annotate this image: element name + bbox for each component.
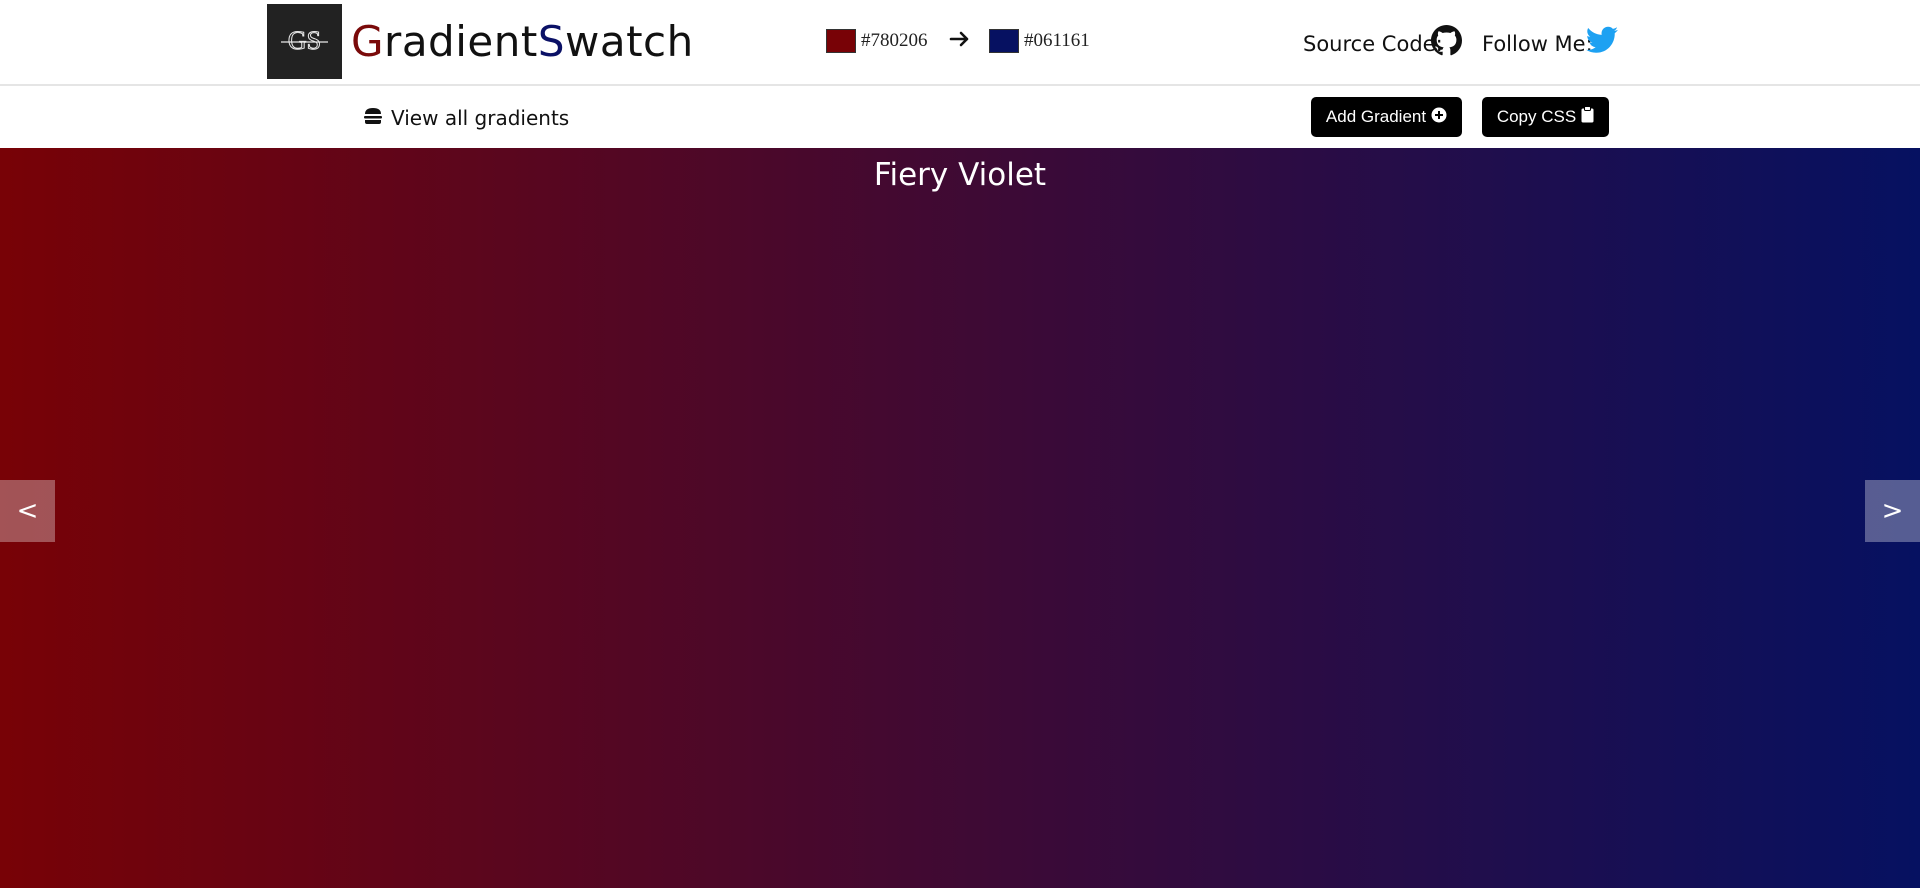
copy-css-label: Copy CSS: [1496, 107, 1577, 126]
to-color-swatch[interactable]: [989, 29, 1019, 53]
svg-text:GS: GS: [288, 26, 321, 55]
brand-letter-g: G: [351, 17, 385, 66]
follow-me-label: Follow Me:: [1482, 32, 1593, 56]
plus-circle-icon: [1431, 107, 1447, 128]
view-all-gradients-link[interactable]: View all gradients: [363, 104, 569, 132]
clipboard-icon: [1581, 106, 1594, 128]
add-gradient-label: Add Gradient: [1325, 107, 1427, 126]
brand-part-watch: watch: [564, 17, 694, 66]
next-gradient-button[interactable]: >: [1865, 480, 1920, 542]
previous-gradient-button[interactable]: <: [0, 480, 55, 542]
source-code-label: Source Code:: [1303, 32, 1443, 56]
twitter-icon[interactable]: [1586, 26, 1618, 58]
copy-css-button[interactable]: Copy CSS: [1482, 97, 1609, 137]
view-all-gradients-label: View all gradients: [391, 106, 570, 130]
github-icon[interactable]: [1431, 25, 1462, 60]
brand-part-radient: radient: [384, 17, 538, 66]
hamburger-icon: [363, 107, 383, 129]
brand-title[interactable]: GradientSwatch: [351, 14, 694, 70]
brand-letter-s: S: [537, 17, 565, 66]
arrow-right-icon: [948, 27, 972, 51]
sub-bar: [0, 86, 1920, 148]
gradient-preview: [0, 148, 1920, 888]
gradient-name: Fiery Violet: [873, 157, 1047, 193]
from-color-swatch[interactable]: [826, 29, 856, 53]
from-color-hex[interactable]: #780206: [861, 29, 928, 53]
add-gradient-button[interactable]: Add Gradient: [1311, 97, 1462, 137]
gs-logo-icon[interactable]: GS: [267, 4, 342, 79]
to-color-hex[interactable]: #061161: [1024, 29, 1090, 53]
